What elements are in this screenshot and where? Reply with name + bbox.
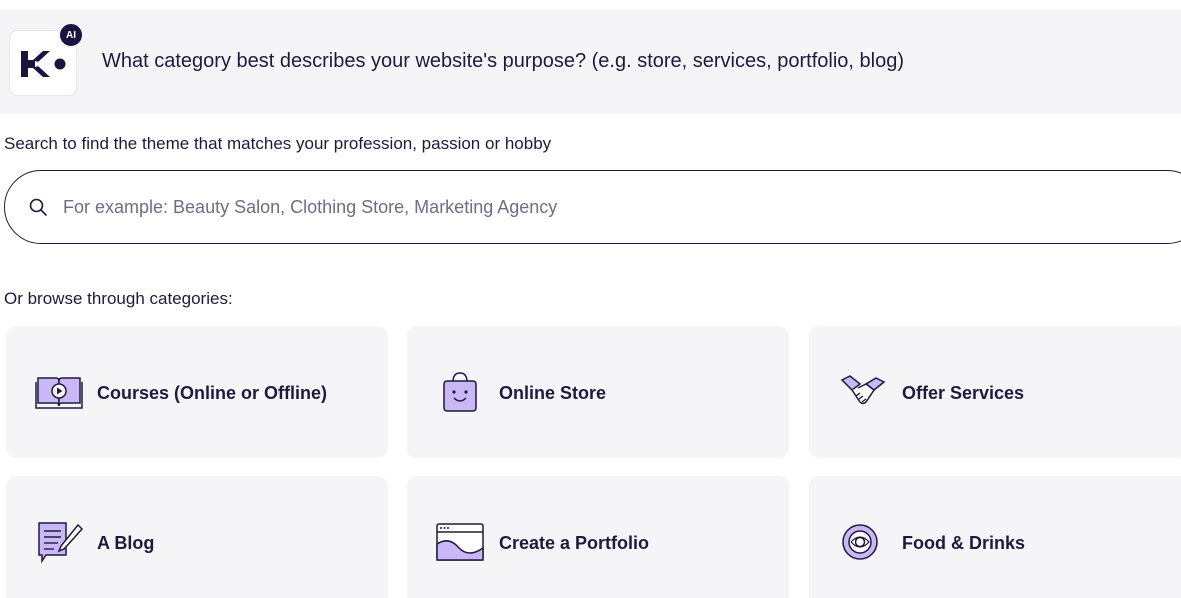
handshake-icon <box>840 375 886 405</box>
category-label: Online Store <box>499 383 607 403</box>
category-card-online-store[interactable]: Online Store <box>407 326 789 458</box>
search-box[interactable] <box>4 170 1181 244</box>
search-icon <box>29 198 47 216</box>
shopping-bag-icon <box>443 372 477 412</box>
browser-landscape-icon <box>436 523 484 561</box>
category-card-portfolio[interactable]: Create a Portfolio <box>407 476 789 598</box>
category-card-offer-services[interactable]: Offer Services <box>809 326 1181 458</box>
ai-badge: AI <box>58 22 84 48</box>
ai-assistant-banner: AI What category best describes your web… <box>0 10 1181 114</box>
category-label: A Blog <box>97 533 155 553</box>
category-card-blog[interactable]: A Blog <box>6 476 388 598</box>
category-card-courses[interactable]: Courses (Online or Offline) <box>6 326 388 458</box>
notepad-pencil-icon <box>38 522 84 564</box>
search-hint: Search to find the theme that matches yo… <box>4 134 552 153</box>
logo-mark-icon <box>21 51 66 77</box>
category-label: Create a Portfolio <box>499 533 650 553</box>
category-label: Courses (Online or Offline) <box>97 383 328 403</box>
search-input[interactable] <box>63 189 963 225</box>
browse-categories-label: Or browse through categories: <box>4 289 233 308</box>
assistant-question: What category best describes your websit… <box>102 50 904 72</box>
category-label: Offer Services <box>902 383 1025 403</box>
category-label: Food & Drinks <box>902 533 1026 553</box>
category-card-food-drinks[interactable]: Food & Drinks <box>809 476 1181 598</box>
plate-icon <box>842 524 878 560</box>
open-book-play-icon <box>35 377 83 409</box>
